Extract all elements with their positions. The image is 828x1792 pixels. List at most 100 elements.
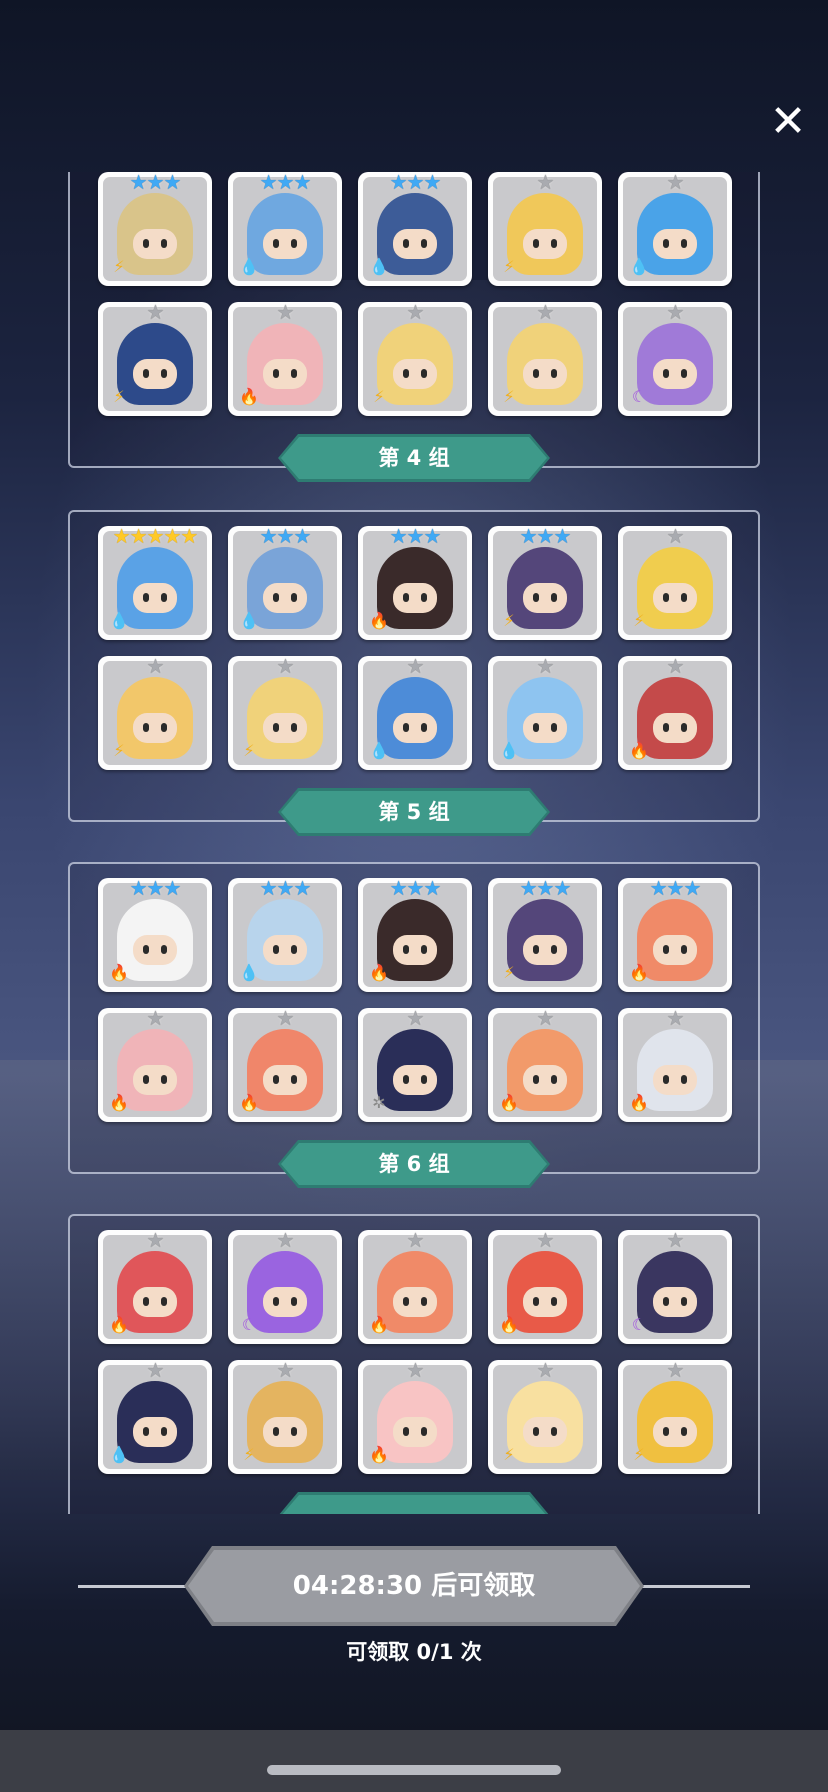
hero-card[interactable]: 🔥 ★ [98,1228,212,1344]
hero-card[interactable]: ☾ ★ [228,1228,342,1344]
star-rating: ★★★ [649,876,702,900]
star-rating: ★ [666,1228,685,1252]
hero-card[interactable]: 💧 ★★★ [228,524,342,640]
star-rating: ★ [406,1358,425,1382]
hero-face [653,1287,697,1317]
star-rating: ★★★ [389,172,442,194]
hero-card[interactable]: ⚡ ★ [228,654,342,770]
hero-face [393,935,437,965]
hero-face [263,229,307,259]
star-rating: ★★★ [519,876,572,900]
star-rating: ★ [276,300,295,324]
hero-card[interactable]: 💧 ★★★ [228,172,342,286]
hero-card[interactable]: ⚡ ★ [488,172,602,286]
thunder-element-icon: ⚡ [503,963,515,982]
hero-eye [551,369,557,378]
hero-card[interactable]: ⚡ ★ [228,1358,342,1474]
hero-card[interactable]: 🔥 ★ [358,1228,472,1344]
hero-card[interactable]: 💧 ★ [618,172,732,286]
hero-eye [551,945,557,954]
hero-card[interactable]: 🔥 ★ [488,1228,602,1344]
hero-card[interactable]: 🔥 ★ [358,1358,472,1474]
hero-eye [551,593,557,602]
star-rating: ★ [146,1006,165,1030]
fire-element-icon: 🔥 [629,1093,649,1112]
thunder-element-icon: ⚡ [503,611,515,630]
hero-card[interactable]: ☾ ★ [618,1228,732,1344]
star-rating: ★★★ [259,172,312,194]
hero-face [523,1417,567,1447]
hero-eye [681,593,687,602]
hero-face [133,583,177,613]
hero-eye [143,593,149,602]
hero-card[interactable]: 💧 ★★★★★ [98,524,212,640]
hero-card[interactable]: 🔥 ★ [618,1006,732,1122]
hero-eye [421,945,427,954]
hero-card[interactable]: ⚡ ★ [358,300,472,416]
hero-card[interactable]: 💧 ★ [358,654,472,770]
water-element-icon: 💧 [369,257,389,276]
hero-card[interactable]: 🔥 ★ [98,1006,212,1122]
star-rating: ★ [406,1006,425,1030]
hero-eye [533,593,539,602]
water-element-icon: 💧 [629,257,649,276]
group-list[interactable]: ⚡ ★★★ 💧 ★★★ 💧 ★★★ ⚡ ★ 💧 ★ ⚡ ★ 🔥 ★ ⚡ ★ ⚡ ★ ☾ ★ 第 4 组 💧 ★★★★★ 💧 ★★… [0,172,828,1514]
hero-card[interactable]: ⚡ ★★★ [488,524,602,640]
hero-card[interactable]: 🔥 ★★★ [618,876,732,992]
hero-card[interactable]: ⚡ ★★★ [98,172,212,286]
hero-face [263,1287,307,1317]
hero-face [523,1065,567,1095]
hero-face [263,1065,307,1095]
claim-timer-button[interactable]: 04:28:30 后可领取 [184,1546,644,1626]
hero-face [263,713,307,743]
hero-card[interactable]: 💧 ★★★ [228,876,342,992]
star-rating: ★ [276,1358,295,1382]
hero-card[interactable]: ✲ ★ [358,1006,472,1122]
hero-card[interactable]: ⚡ ★ [618,524,732,640]
hero-card[interactable]: 🔥 ★ [618,654,732,770]
hero-card[interactable]: 🔥 ★ [228,1006,342,1122]
hero-card[interactable]: ⚡ ★ [618,1358,732,1474]
hero-card[interactable]: ⚡ ★ [488,300,602,416]
hero-card[interactable]: 💧 ★ [98,1358,212,1474]
fire-element-icon: 🔥 [109,1315,129,1334]
fire-element-icon: 🔥 [239,387,259,406]
hero-eye [663,723,669,732]
hero-card[interactable]: 🔥 ★★★ [358,524,472,640]
hero-card[interactable]: ⚡ ★ [98,654,212,770]
hero-eye [681,723,687,732]
hero-card[interactable]: 🔥 ★★★ [358,876,472,992]
thunder-element-icon: ⚡ [373,387,385,406]
star-rating: ★★★ [259,876,312,900]
hero-eye [551,723,557,732]
hero-eye [421,593,427,602]
hero-card[interactable]: 🔥 ★ [488,1006,602,1122]
hero-eye [421,1427,427,1436]
thunder-element-icon: ⚡ [243,741,255,760]
hero-card[interactable]: ⚡ ★★★ [488,876,602,992]
hero-card[interactable]: 💧 ★ [488,654,602,770]
hero-eye [273,1297,279,1306]
thunder-element-icon: ⚡ [113,741,125,760]
hero-face [263,359,307,389]
hero-eye [143,1297,149,1306]
hero-face [263,1417,307,1447]
group-label: 第 4 组 [378,446,450,470]
star-rating: ★ [536,1358,555,1382]
timer-divider-left [78,1585,188,1588]
hero-eye [663,1075,669,1084]
hero-card[interactable]: ⚡ ★ [98,300,212,416]
hero-card[interactable]: 💧 ★★★ [358,172,472,286]
hero-card[interactable]: ⚡ ★ [488,1358,602,1474]
hero-card[interactable]: 🔥 ★★★ [98,876,212,992]
hero-face [393,359,437,389]
group-label-banner: 第 5 组 [278,788,550,836]
home-indicator[interactable] [267,1765,561,1775]
star-rating: ★ [146,1358,165,1382]
close-icon[interactable]: ✕ [766,100,810,144]
star-rating: ★ [536,300,555,324]
hero-card[interactable]: ☾ ★ [618,300,732,416]
dark-element-icon: ☾ [631,1315,647,1334]
star-rating: ★ [536,172,555,194]
hero-card[interactable]: 🔥 ★ [228,300,342,416]
